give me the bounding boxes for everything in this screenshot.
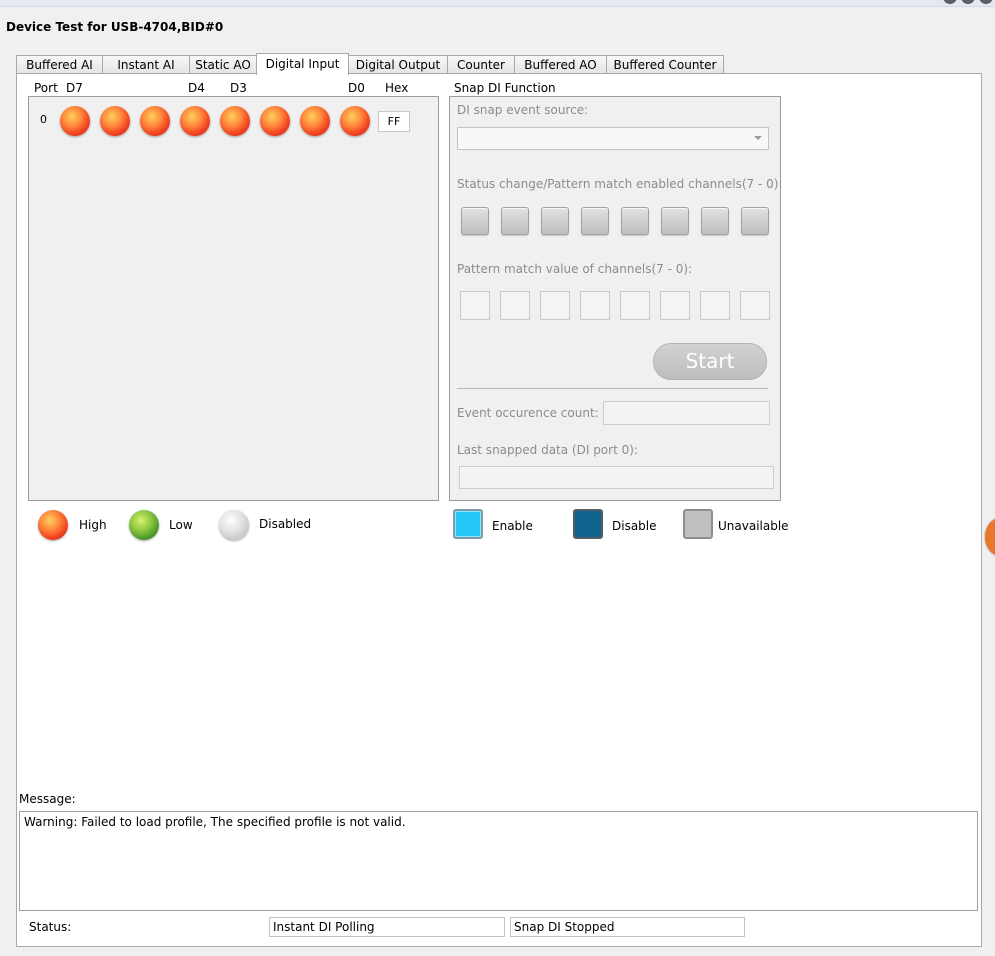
legend-low-label: Low: [169, 518, 193, 532]
snap-divider: [457, 388, 768, 389]
chevron-down-icon: [754, 136, 762, 140]
legend-low-icon: [129, 510, 159, 540]
legend-disable-label: Disable: [612, 519, 657, 533]
enabled-channel-0[interactable]: [741, 207, 769, 235]
di-bit-4-led[interactable]: [180, 106, 210, 136]
legend-high-label: High: [79, 518, 107, 532]
di-port-area: [28, 96, 439, 501]
message-box[interactable]: Warning: Failed to load profile, The spe…: [19, 811, 978, 911]
pattern-channel-1[interactable]: [700, 291, 730, 320]
legend-unavailable-label: Unavailable: [718, 519, 789, 533]
message-label: Message:: [19, 792, 76, 806]
event-count-label: Event occurence count:: [457, 406, 599, 420]
port-number: 0: [40, 113, 47, 126]
legend-enable-icon: [453, 509, 483, 539]
last-snapped-label: Last snapped data (DI port 0):: [457, 443, 638, 457]
message-text: Warning: Failed to load profile, The spe…: [24, 815, 406, 829]
di-bit-3-led[interactable]: [220, 106, 250, 136]
tab-digital-input[interactable]: Digital Input: [256, 53, 349, 75]
enabled-channel-6[interactable]: [501, 207, 529, 235]
legend-enable-label: Enable: [492, 519, 533, 533]
window-controls: [939, 0, 993, 7]
snap-di-panel: [449, 96, 781, 501]
snap-di-title: Snap DI Function: [454, 81, 556, 95]
close-icon[interactable]: [979, 0, 993, 4]
minimize-icon[interactable]: [961, 0, 975, 4]
pattern-channel-6[interactable]: [500, 291, 530, 320]
tab-digital-output[interactable]: Digital Output: [348, 55, 448, 74]
event-source-label: DI snap event source:: [457, 103, 589, 117]
pattern-channel-3[interactable]: [620, 291, 650, 320]
pattern-channel-4[interactable]: [580, 291, 610, 320]
pattern-value-label: Pattern match value of channels(7 - 0):: [457, 262, 693, 276]
legend-disabled-label: Disabled: [259, 517, 312, 531]
di-bit-0-led[interactable]: [340, 106, 370, 136]
legend-disabled-icon: [219, 510, 249, 540]
port-header: Port: [34, 81, 58, 95]
enabled-channel-2[interactable]: [661, 207, 689, 235]
start-button[interactable]: Start: [653, 343, 767, 380]
enabled-channels-label: Status change/Pattern match enabled chan…: [457, 177, 783, 191]
window-title: Device Test for USB-4704,BID#0: [6, 20, 224, 34]
legend-unavailable-icon: [683, 509, 713, 539]
event-source-dropdown[interactable]: [457, 127, 769, 150]
snap-status-field: Snap DI Stopped: [510, 917, 745, 937]
side-badge-icon[interactable]: [985, 518, 995, 556]
hex-value-box: FF: [378, 111, 410, 132]
di-bit-1-led[interactable]: [300, 106, 330, 136]
window-top-bar: [0, 0, 995, 7]
help-icon[interactable]: [943, 0, 957, 4]
pattern-channel-2[interactable]: [660, 291, 690, 320]
d7-header: D7: [66, 81, 83, 95]
pattern-channel-0[interactable]: [740, 291, 770, 320]
status-label: Status:: [29, 920, 72, 934]
tab-buffered-ai[interactable]: Buffered AI: [16, 55, 103, 74]
di-bit-5-led[interactable]: [140, 106, 170, 136]
d4-header: D4: [188, 81, 205, 95]
di-bit-7-led[interactable]: [60, 106, 90, 136]
di-bit-2-led[interactable]: [260, 106, 290, 136]
hex-header: Hex: [385, 81, 409, 95]
enabled-channel-1[interactable]: [701, 207, 729, 235]
enabled-channel-7[interactable]: [461, 207, 489, 235]
di-bit-6-led[interactable]: [100, 106, 130, 136]
pattern-channel-7[interactable]: [460, 291, 490, 320]
legend-disable-icon: [573, 509, 603, 539]
enabled-channel-3[interactable]: [621, 207, 649, 235]
pattern-channel-5[interactable]: [540, 291, 570, 320]
tab-buffered-ao[interactable]: Buffered AO: [514, 55, 607, 74]
enabled-channel-4[interactable]: [581, 207, 609, 235]
tab-counter[interactable]: Counter: [447, 55, 515, 74]
event-count-field: [603, 401, 770, 425]
tab-buffered-counter[interactable]: Buffered Counter: [606, 55, 724, 74]
legend-high-icon: [38, 510, 68, 540]
tab-instant-ai[interactable]: Instant AI: [102, 55, 190, 74]
d3-header: D3: [230, 81, 247, 95]
enabled-channel-5[interactable]: [541, 207, 569, 235]
tab-static-ao[interactable]: Static AO: [189, 55, 257, 74]
instant-status-field: Instant DI Polling: [269, 917, 505, 937]
d0-header: D0: [348, 81, 365, 95]
last-snapped-field: [459, 466, 774, 489]
